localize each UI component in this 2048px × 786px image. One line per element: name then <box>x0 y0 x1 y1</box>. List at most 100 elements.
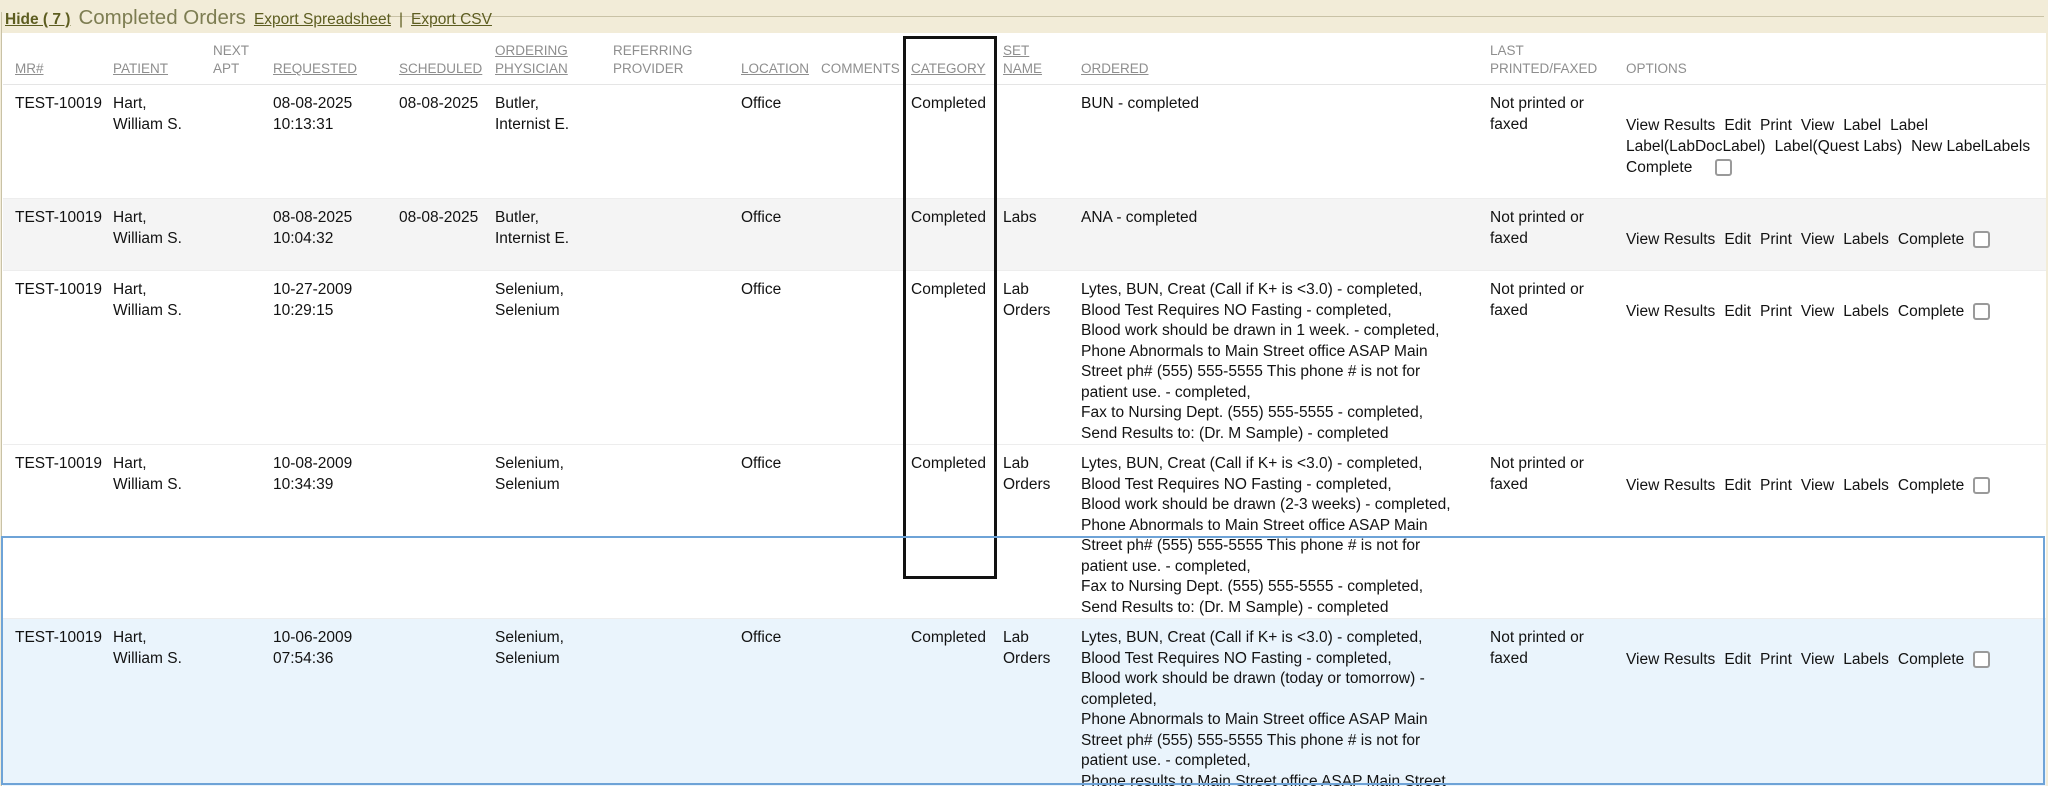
cell-category: Completed <box>907 619 995 786</box>
row-options: View Results Edit Print View Labels Comp… <box>1626 649 2040 670</box>
completed-orders-table: MR# PATIENT NEXT APT REQUESTED SCHEDULED… <box>3 33 2046 786</box>
col-header-location[interactable]: LOCATION <box>741 33 821 85</box>
option-labels[interactable]: Labels <box>1843 649 1889 670</box>
col-header-ordering-physician[interactable]: ORDERING PHYSICIAN <box>495 33 613 85</box>
cell-scheduled: 08-08-2025 <box>399 85 495 199</box>
option-view-results[interactable]: View Results <box>1626 475 1715 496</box>
option-edit[interactable]: Edit <box>1724 475 1751 496</box>
col-header-mr[interactable]: MR# <box>3 33 113 85</box>
cell-ordered: Lytes, BUN, Creat (Call if K+ is <3.0) -… <box>1073 445 1483 619</box>
cell-next-apt <box>213 85 273 199</box>
panel-legend: Hide ( 7 ) Completed Orders Export Sprea… <box>5 0 492 33</box>
cell-mr: TEST-10019 <box>3 199 113 271</box>
option-view[interactable]: View <box>1801 229 1834 250</box>
cell-location: Office <box>741 619 821 786</box>
col-header-category[interactable]: CATEGORY <box>907 33 995 85</box>
cell-comments <box>821 199 907 271</box>
option-complete[interactable]: Complete <box>1898 229 1964 250</box>
option-print[interactable]: Print <box>1760 475 1792 496</box>
col-header-requested[interactable]: REQUESTED <box>273 33 399 85</box>
cell-location: Office <box>741 85 821 199</box>
option-print[interactable]: Print <box>1760 649 1792 670</box>
hide-link[interactable]: Hide ( 7 ) <box>5 11 70 29</box>
option-labels[interactable]: Labels <box>1843 229 1889 250</box>
col-header-options: OPTIONS <box>1619 33 2046 85</box>
option-view[interactable]: View <box>1801 475 1834 496</box>
cell-patient: Hart, William S. <box>113 85 213 199</box>
cell-location: Office <box>741 445 821 619</box>
option-print[interactable]: Print <box>1760 229 1792 250</box>
complete-checkbox[interactable] <box>1973 477 1990 494</box>
cell-next-apt <box>213 619 273 786</box>
option-labels[interactable]: Labels <box>1984 136 2030 157</box>
option-label-quest-labs[interactable]: Label(Quest Labs) <box>1775 136 1903 157</box>
col-header-ordered[interactable]: ORDERED <box>1073 33 1483 85</box>
complete-checkbox[interactable] <box>1973 651 1990 668</box>
cell-ordered: BUN - completed <box>1073 85 1483 199</box>
table-row[interactable]: TEST-10019 Hart, William S. 10-27-2009 1… <box>3 271 2046 445</box>
cell-options: View Results Edit Print View Labels Comp… <box>1619 445 2046 619</box>
table-row-selected[interactable]: TEST-10019 Hart, William S. 10-06-2009 0… <box>3 619 2046 786</box>
option-label-2[interactable]: Label <box>1890 115 1928 136</box>
col-header-patient[interactable]: PATIENT <box>113 33 213 85</box>
option-view-results[interactable]: View Results <box>1626 301 1715 322</box>
option-edit[interactable]: Edit <box>1724 649 1751 670</box>
cell-location: Office <box>741 271 821 445</box>
export-spreadsheet-link[interactable]: Export Spreadsheet <box>254 11 391 29</box>
cell-comments <box>821 271 907 445</box>
cell-ordering-physician: Selenium, Selenium <box>495 445 613 619</box>
cell-category: Completed <box>907 271 995 445</box>
option-label-1[interactable]: Label <box>1843 115 1881 136</box>
cell-patient: Hart, William S. <box>113 619 213 786</box>
option-view-results[interactable]: View Results <box>1626 649 1715 670</box>
complete-checkbox[interactable] <box>1715 159 1732 176</box>
option-labels[interactable]: Labels <box>1843 301 1889 322</box>
option-view-results[interactable]: View Results <box>1626 229 1715 250</box>
option-complete[interactable]: Complete <box>1898 649 1964 670</box>
option-view[interactable]: View <box>1801 301 1834 322</box>
option-complete[interactable]: Complete <box>1626 157 1692 178</box>
cell-scheduled: 08-08-2025 <box>399 199 495 271</box>
option-view[interactable]: View <box>1801 649 1834 670</box>
cell-set-name <box>995 85 1073 199</box>
complete-checkbox[interactable] <box>1973 231 1990 248</box>
option-complete[interactable]: Complete <box>1898 475 1964 496</box>
option-complete[interactable]: Complete <box>1898 301 1964 322</box>
option-view[interactable]: View <box>1801 115 1834 136</box>
option-edit[interactable]: Edit <box>1724 229 1751 250</box>
col-header-scheduled[interactable]: SCHEDULED <box>399 33 495 85</box>
option-edit[interactable]: Edit <box>1724 301 1751 322</box>
cell-referring-provider <box>613 271 741 445</box>
cell-options: View Results Edit Print View Labels Comp… <box>1619 271 2046 445</box>
cell-next-apt <box>213 271 273 445</box>
table-row[interactable]: TEST-10019 Hart, William S. 08-08-2025 1… <box>3 85 2046 199</box>
cell-requested: 10-27-2009 10:29:15 <box>273 271 399 445</box>
cell-last-printed-faxed: Not printed or faxed <box>1483 271 1619 445</box>
cell-comments <box>821 445 907 619</box>
cell-referring-provider <box>613 619 741 786</box>
cell-patient: Hart, William S. <box>113 445 213 619</box>
cell-last-printed-faxed: Not printed or faxed <box>1483 619 1619 786</box>
export-csv-link[interactable]: Export CSV <box>411 11 492 29</box>
option-label-labdoclabel[interactable]: Label(LabDocLabel) <box>1626 136 1766 157</box>
option-labels[interactable]: Labels <box>1843 475 1889 496</box>
col-header-set-name[interactable]: SET NAME <box>995 33 1073 85</box>
cell-requested: 10-06-2009 07:54:36 <box>273 619 399 786</box>
cell-scheduled <box>399 619 495 786</box>
cell-comments <box>821 619 907 786</box>
option-view-results[interactable]: View Results <box>1626 115 1715 136</box>
cell-next-apt <box>213 445 273 619</box>
row-options: View Results Edit Print View Labels Comp… <box>1626 301 2040 322</box>
complete-checkbox[interactable] <box>1973 303 1990 320</box>
legend-separator: | <box>399 11 403 29</box>
option-print[interactable]: Print <box>1760 115 1792 136</box>
table-row[interactable]: TEST-10019 Hart, William S. 10-08-2009 1… <box>3 445 2046 619</box>
row-options: View Results Edit Print View Labels Comp… <box>1626 475 2040 496</box>
cell-patient: Hart, William S. <box>113 271 213 445</box>
option-edit[interactable]: Edit <box>1724 115 1751 136</box>
cell-options: View Results Edit Print View Labels Comp… <box>1619 199 2046 271</box>
table-row[interactable]: TEST-10019 Hart, William S. 08-08-2025 1… <box>3 199 2046 271</box>
option-new-label[interactable]: New Label <box>1911 136 1984 157</box>
cell-mr: TEST-10019 <box>3 445 113 619</box>
option-print[interactable]: Print <box>1760 301 1792 322</box>
